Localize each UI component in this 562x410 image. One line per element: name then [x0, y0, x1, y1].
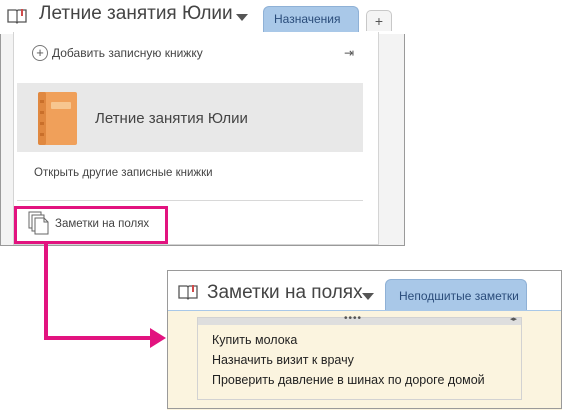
note-container[interactable]: •••• ◂▸ Купить молока Назначить визит к … [197, 313, 522, 400]
chevron-down-icon[interactable] [236, 14, 248, 21]
note-drag-handle[interactable]: •••• ◂▸ [198, 313, 521, 325]
open-other-notebooks-link[interactable]: Открыть другие записные книжки [34, 167, 213, 179]
divider [17, 200, 363, 201]
quick-notes-panel: Заметки на полях Неподшитые заметки ••••… [167, 270, 562, 410]
notebook-icon [37, 91, 79, 146]
note-text-line[interactable]: Назначить визит к врачу [212, 353, 354, 367]
tab-label: Назначения [274, 12, 341, 26]
pin-icon[interactable]: ⇥ [344, 46, 354, 60]
notebook-item-label: Летние занятия Юлии [95, 110, 248, 127]
add-notebook-link[interactable]: Добавить записную книжку [52, 46, 203, 60]
tab-assignments[interactable]: Назначения [263, 6, 359, 32]
notebook-title[interactable]: Летние занятия Юлии [39, 3, 233, 25]
connector-line [44, 336, 152, 340]
notebook-icon [7, 8, 27, 24]
notebook-picker-panel: Летние занятия Юлии Назначения + + Добав… [0, 0, 405, 246]
resize-arrows-icon[interactable]: ◂▸ [510, 315, 517, 323]
connector-line [44, 241, 48, 339]
notebook-header: Летние занятия Юлии Назначения + [0, 0, 404, 34]
arrow-head-icon [150, 328, 166, 348]
note-text-line[interactable]: Купить молока [212, 333, 297, 347]
note-text-line[interactable]: Проверить давление в шинах по дороге дом… [212, 373, 485, 387]
pages-icon [28, 211, 50, 235]
drag-dots-icon: •••• [344, 313, 363, 324]
quick-notes-label[interactable]: Заметки на полях [55, 218, 149, 230]
new-section-tab[interactable]: + [366, 10, 392, 31]
plus-circle-icon[interactable]: + [32, 45, 48, 61]
